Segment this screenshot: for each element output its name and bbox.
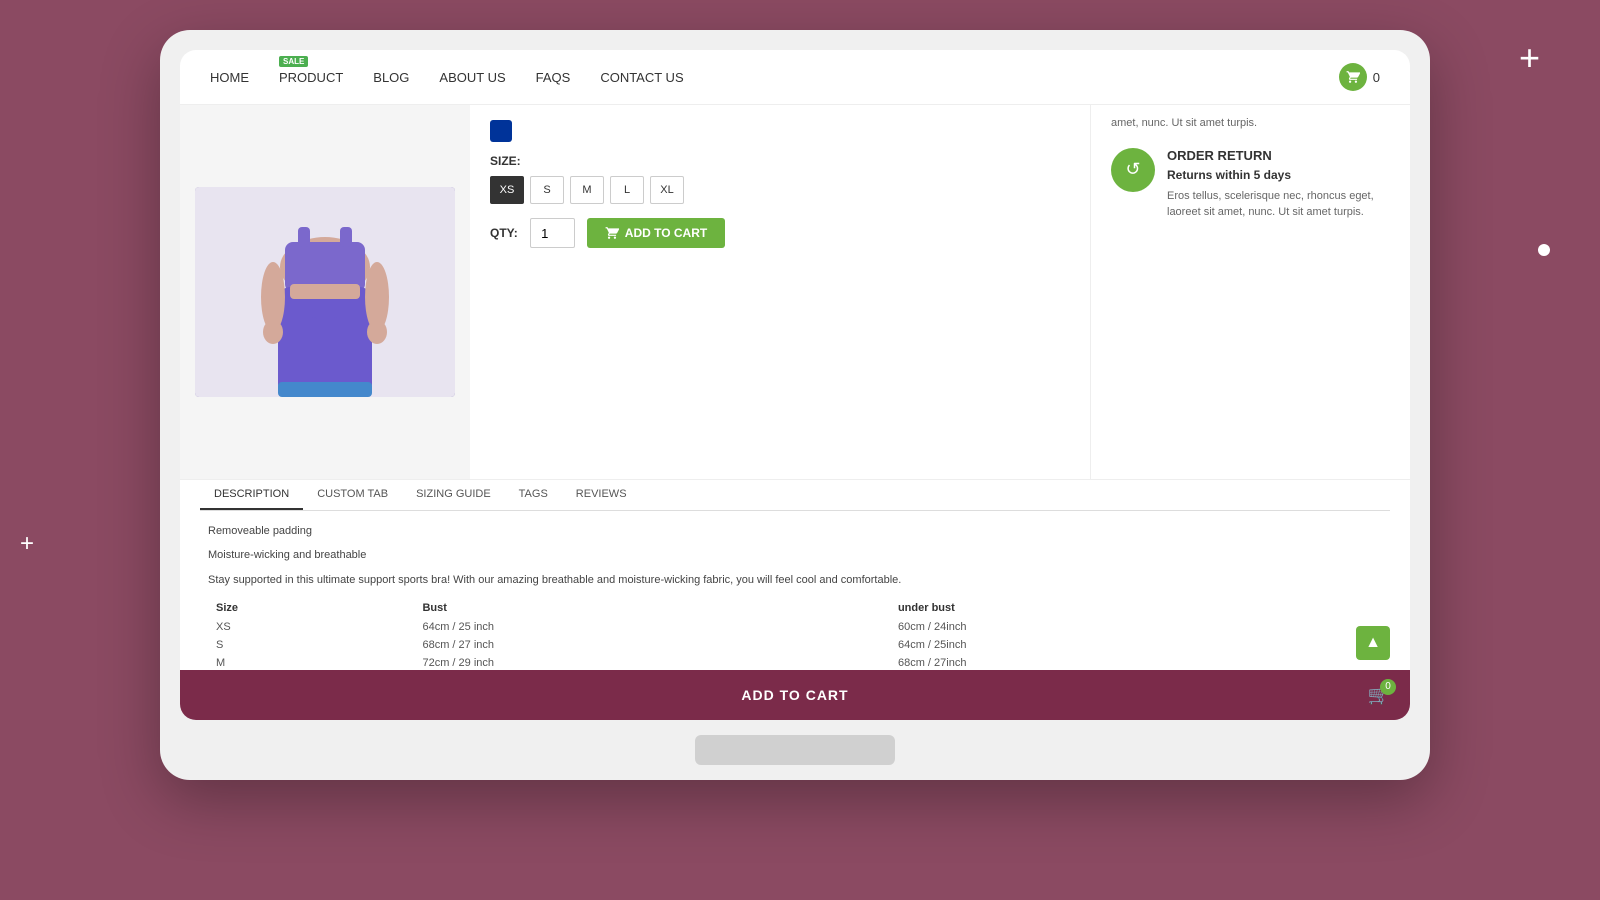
size-table-header-underbust: under bust (890, 598, 1382, 618)
product-info-right: amet, nunc. Ut sit amet turpis. ↺ ORDER … (1090, 105, 1410, 479)
desc-line-1: Removeable padding (208, 523, 1382, 540)
sale-badge: SALE (279, 56, 308, 67)
laptop-frame: HOME SALE PRODUCT BLOG ABOUT US FAQS CON… (160, 30, 1430, 780)
upper-row: SIZE: XS S M L XL QTY: (180, 105, 1410, 480)
nav-cart[interactable]: 0 (1339, 63, 1380, 91)
nav-links: HOME SALE PRODUCT BLOG ABOUT US FAQS CON… (210, 70, 684, 85)
dot-decoration (1538, 244, 1550, 256)
laptop-base (180, 720, 1410, 780)
bottom-add-to-cart-bar[interactable]: ADD TO CART 🛒 0 (180, 670, 1410, 720)
nav-bar: HOME SALE PRODUCT BLOG ABOUT US FAQS CON… (180, 50, 1410, 105)
add-to-cart-button[interactable]: ADD TO CART (587, 218, 725, 248)
bottom-cart-icon: 🛒 0 (1368, 685, 1390, 706)
size-label: SIZE: (490, 154, 1070, 168)
tab-custom[interactable]: CUSTOM TAB (303, 480, 402, 510)
plus-decoration-left: + (20, 530, 34, 558)
content-area: SIZE: XS S M L XL QTY: (180, 105, 1410, 720)
product-image (195, 187, 455, 397)
size-table-header-size: Size (208, 598, 414, 618)
table-cell: 64cm / 25inch (890, 636, 1382, 654)
qty-row: QTY: ADD TO CART (490, 218, 1070, 248)
size-table-header-bust: Bust (414, 598, 889, 618)
scroll-to-top-button[interactable]: ▲ (1356, 626, 1390, 660)
table-cell: 60cm / 24inch (890, 618, 1382, 636)
color-swatch[interactable] (490, 120, 512, 142)
nav-product-label: PRODUCT (279, 70, 343, 85)
size-options: XS S M L XL (490, 176, 1070, 204)
cart-count: 0 (1373, 70, 1380, 85)
laptop-trackpad (695, 735, 895, 765)
table-cell: 64cm / 25 inch (414, 618, 889, 636)
order-return-section: ↺ ORDER RETURN Returns within 5 days Ero… (1111, 148, 1390, 221)
order-return-body: Eros tellus, scelerisque nec, rhoncus eg… (1167, 188, 1390, 221)
full-content: SIZE: XS S M L XL QTY: (180, 105, 1410, 720)
plus-decoration-top-right: + (1519, 40, 1540, 76)
product-details: SIZE: XS S M L XL QTY: (470, 105, 1090, 479)
above-info-text: amet, nunc. Ut sit amet turpis. (1111, 115, 1390, 132)
size-btn-m[interactable]: M (570, 176, 604, 204)
nav-link-home[interactable]: HOME (210, 70, 249, 85)
table-row: XS64cm / 25 inch60cm / 24inch (208, 618, 1382, 636)
table-cell: S (208, 636, 414, 654)
cart-icon (1339, 63, 1367, 91)
desc-line-3: Stay supported in this ultimate support … (208, 572, 1382, 589)
order-return-text: ORDER RETURN Returns within 5 days Eros … (1167, 148, 1390, 221)
table-row: S68cm / 27 inch64cm / 25inch (208, 636, 1382, 654)
tab-reviews[interactable]: REVIEWS (562, 480, 641, 510)
laptop-screen: HOME SALE PRODUCT BLOG ABOUT US FAQS CON… (180, 50, 1410, 720)
scroll-top-icon: ▲ (1365, 634, 1381, 652)
size-btn-l[interactable]: L (610, 176, 644, 204)
nav-link-about[interactable]: ABOUT US (439, 70, 505, 85)
tab-description[interactable]: DESCRIPTION (200, 480, 303, 510)
size-btn-xs[interactable]: XS (490, 176, 524, 204)
order-return-icon: ↺ (1111, 148, 1155, 192)
order-return-title: ORDER RETURN (1167, 148, 1390, 163)
tab-tags[interactable]: TAGS (505, 480, 562, 510)
order-return-subtitle: Returns within 5 days (1167, 166, 1390, 184)
tab-sizing[interactable]: SIZING GUIDE (402, 480, 505, 510)
size-btn-s[interactable]: S (530, 176, 564, 204)
add-to-cart-label: ADD TO CART (625, 226, 707, 240)
desc-line-2: Moisture-wicking and breathable (208, 547, 1382, 564)
qty-input[interactable] (530, 218, 575, 248)
bottom-bar-label: ADD TO CART (741, 687, 848, 703)
nav-link-faqs[interactable]: FAQS (536, 70, 571, 85)
table-cell: 68cm / 27 inch (414, 636, 889, 654)
product-image-area (180, 105, 470, 479)
nav-link-contact[interactable]: CONTACT US (600, 70, 683, 85)
table-cell: XS (208, 618, 414, 636)
size-btn-xl[interactable]: XL (650, 176, 684, 204)
qty-label: QTY: (490, 226, 518, 240)
nav-link-product[interactable]: SALE PRODUCT (279, 70, 343, 85)
nav-link-blog[interactable]: BLOG (373, 70, 409, 85)
return-icon-symbol: ↺ (1125, 159, 1140, 180)
tabs-nav: DESCRIPTION CUSTOM TAB SIZING GUIDE TAGS… (200, 480, 1390, 511)
bottom-cart-badge: 0 (1380, 679, 1396, 695)
